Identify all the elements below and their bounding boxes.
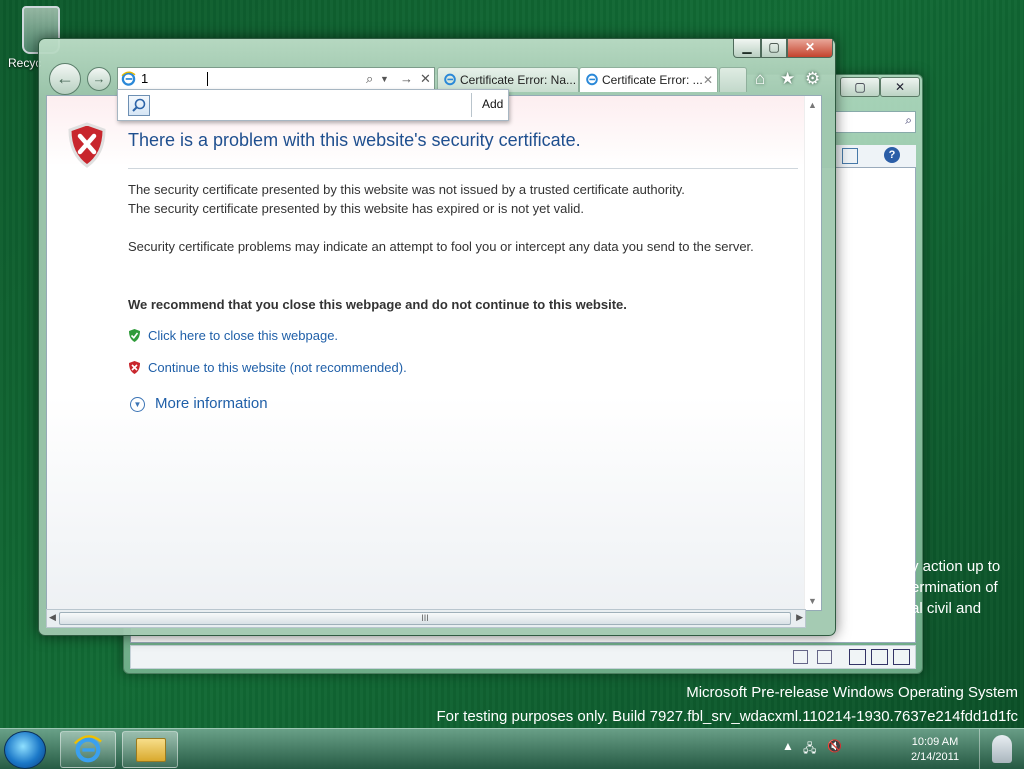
cert-warning-text: Security certificate problems may indica… xyxy=(128,239,754,254)
clock-time: 10:09 AM xyxy=(911,736,959,748)
dropdown-arrow-icon[interactable]: ▼ xyxy=(380,68,389,90)
background-window-toolbar: ? xyxy=(836,145,916,169)
background-text-line: ermination of xyxy=(911,579,998,596)
scroll-right-arrow-icon[interactable]: ▶ xyxy=(796,612,803,623)
page-title: There is a problem with this website's s… xyxy=(128,130,581,150)
red-shield-icon xyxy=(129,361,140,374)
maximize-button[interactable]: ▢ xyxy=(761,39,787,58)
preview-view-icon[interactable] xyxy=(817,650,832,664)
minimize-button[interactable]: ▁ xyxy=(733,39,761,58)
internet-explorer-window[interactable]: ▁ ▢ ✕ ← → 1 ⌕ ▼ → ✕ Certificate Error: N… xyxy=(38,38,836,636)
address-dropdown: Add xyxy=(117,89,509,121)
green-shield-icon xyxy=(129,329,140,342)
scroll-up-arrow-icon[interactable]: ▲ xyxy=(808,100,817,110)
details-view-icon[interactable] xyxy=(793,650,808,664)
title-divider xyxy=(128,168,798,169)
security-shield-error-icon xyxy=(68,122,106,168)
ie-tab-icon xyxy=(444,73,456,86)
background-window-text: y action up to ermination of al civil an… xyxy=(911,556,1000,619)
background-window-statusbar xyxy=(130,645,916,669)
tab-label: Certificate Error: Na... xyxy=(460,73,577,87)
close-webpage-link[interactable]: Click here to close this webpage. xyxy=(128,328,338,343)
gear-icon[interactable]: ⚙ xyxy=(805,69,820,89)
continue-website-label: Continue to this website (not recommende… xyxy=(148,360,407,375)
show-hidden-icons-arrow[interactable]: ▲ xyxy=(782,739,794,753)
tab-close-icon[interactable]: ✕ xyxy=(703,68,713,92)
favorites-star-icon[interactable]: ★ xyxy=(780,69,795,89)
forward-button[interactable]: → xyxy=(87,67,111,91)
address-bar[interactable]: 1 ⌕ ▼ → ✕ xyxy=(117,67,435,91)
recommendation-text: We recommend that you close this webpage… xyxy=(128,297,627,312)
network-icon[interactable]: 🖧 xyxy=(803,739,816,760)
more-information-toggle[interactable]: ▼ More information xyxy=(130,395,268,412)
tab-certificate-error-2[interactable]: Certificate Error: ... ✕ xyxy=(579,67,718,92)
expand-chevron-icon: ▼ xyxy=(130,397,145,412)
text-cursor-icon xyxy=(207,72,208,86)
preview-pane-icon[interactable] xyxy=(842,148,858,164)
cert-issue-untrusted: The security certificate presented by th… xyxy=(128,182,685,197)
watermark-line-2: For testing purposes only. Build 7927.fb… xyxy=(436,708,1019,725)
search-icon[interactable]: ⌕ xyxy=(366,68,373,90)
scroll-down-arrow-icon[interactable]: ▼ xyxy=(808,596,817,606)
folder-icon xyxy=(136,738,166,762)
user-avatar-icon xyxy=(992,735,1012,763)
show-desktop-button[interactable] xyxy=(979,729,1024,769)
volume-muted-icon[interactable]: 🔇 xyxy=(827,739,842,753)
address-input-value[interactable]: 1 xyxy=(141,68,148,90)
start-button[interactable] xyxy=(4,731,46,769)
add-button[interactable]: Add xyxy=(482,97,503,111)
forward-arrow-icon: → xyxy=(92,71,106,86)
search-icon: ⌕ xyxy=(905,113,912,127)
cert-issue-expired: The security certificate presented by th… xyxy=(128,201,584,216)
taskbar-windows-explorer[interactable] xyxy=(122,731,178,768)
back-arrow-icon: ← xyxy=(56,68,74,88)
background-text-line: al civil and xyxy=(911,600,982,617)
new-tab-button[interactable] xyxy=(719,67,747,92)
horizontal-scrollbar[interactable]: ◀ III ▶ xyxy=(46,609,806,628)
ie-logo-icon xyxy=(74,735,102,763)
window-controls: ▁ ▢ ✕ xyxy=(733,39,833,58)
close-button[interactable]: ✕ xyxy=(787,39,833,58)
maximize-icon[interactable]: ▢ xyxy=(840,77,880,97)
ie-tab-icon xyxy=(586,73,598,86)
home-icon[interactable]: ⌂ xyxy=(755,69,765,89)
continue-website-link[interactable]: Continue to this website (not recommende… xyxy=(128,360,407,375)
go-arrow-icon[interactable]: → xyxy=(400,68,413,90)
taskbar: ▲ 🖧 🔇 10:09 AM 2/14/2011 xyxy=(0,728,1024,769)
system-clock[interactable]: 10:09 AM 2/14/2011 xyxy=(903,735,967,765)
layout-icon-2[interactable] xyxy=(871,649,888,665)
taskbar-internet-explorer[interactable] xyxy=(60,731,116,768)
dropdown-divider xyxy=(471,93,472,117)
search-provider-icon[interactable] xyxy=(128,95,150,116)
more-information-label: More information xyxy=(155,395,268,412)
tab-label: Certificate Error: ... xyxy=(602,73,703,87)
background-text-line: y action up to xyxy=(911,558,1001,575)
horizontal-scroll-thumb[interactable]: III xyxy=(59,612,791,625)
layout-icon-3[interactable] xyxy=(893,649,910,665)
ie-logo-icon xyxy=(121,71,136,86)
close-icon[interactable]: ✕ xyxy=(880,77,920,97)
stop-icon[interactable]: ✕ xyxy=(420,68,431,90)
vertical-scrollbar[interactable]: ▲ ▼ xyxy=(804,96,821,610)
back-button[interactable]: ← xyxy=(49,63,81,95)
clock-date: 2/14/2011 xyxy=(910,751,960,763)
scroll-left-arrow-icon[interactable]: ◀ xyxy=(49,612,56,623)
search-input[interactable]: ⌕ xyxy=(834,111,916,133)
close-webpage-label: Click here to close this webpage. xyxy=(148,328,339,343)
page-content: There is a problem with this website's s… xyxy=(46,95,822,611)
watermark-line-1: Microsoft Pre-release Windows Operating … xyxy=(686,684,1018,701)
help-icon[interactable]: ? xyxy=(884,147,900,163)
layout-icon-1[interactable] xyxy=(849,649,866,665)
